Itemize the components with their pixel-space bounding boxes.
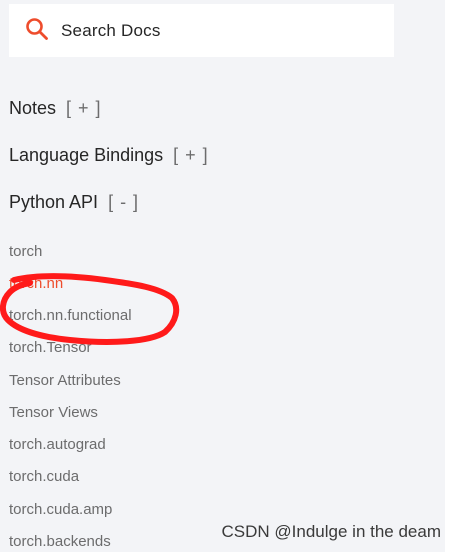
nav-item-torch-backends[interactable]: torch.backends xyxy=(9,533,111,550)
search-icon xyxy=(26,18,48,40)
nav-item-torch[interactable]: torch xyxy=(9,243,42,260)
nav-item-torch-autograd[interactable]: torch.autograd xyxy=(9,436,106,453)
section-language-bindings[interactable]: Language Bindings [ + ] xyxy=(9,145,209,166)
search-input[interactable]: Search Docs xyxy=(61,21,161,41)
section-notes[interactable]: Notes [ + ] xyxy=(9,98,102,119)
watermark: CSDN @Indulge in the deam xyxy=(221,522,441,541)
page-edge xyxy=(445,0,455,552)
search-box[interactable]: Search Docs xyxy=(9,4,394,57)
docs-sidebar: Search Docs Notes [ + ] Language Bindings… xyxy=(0,0,455,552)
nav-item-torch-cuda-amp[interactable]: torch.cuda.amp xyxy=(9,501,112,518)
nav-item-tensor-attributes[interactable]: Tensor Attributes xyxy=(9,372,121,389)
nav-item-torch-tensor[interactable]: torch.Tensor xyxy=(9,339,92,356)
section-python-api-toggle[interactable]: [ - ] xyxy=(108,192,139,212)
section-language-bindings-label: Language Bindings xyxy=(9,145,164,165)
nav-item-tensor-views[interactable]: Tensor Views xyxy=(9,404,98,421)
section-python-api-label: Python API xyxy=(9,192,99,212)
section-language-bindings-toggle[interactable]: [ + ] xyxy=(173,145,209,165)
nav-item-torch-nn[interactable]: torch.nn xyxy=(9,275,63,292)
section-notes-label: Notes xyxy=(9,98,57,118)
nav-item-torch-cuda[interactable]: torch.cuda xyxy=(9,468,79,485)
section-python-api[interactable]: Python API [ - ] xyxy=(9,192,139,213)
section-notes-toggle[interactable]: [ + ] xyxy=(66,98,102,118)
nav-item-torch-nn-functional[interactable]: torch.nn.functional xyxy=(9,307,132,324)
